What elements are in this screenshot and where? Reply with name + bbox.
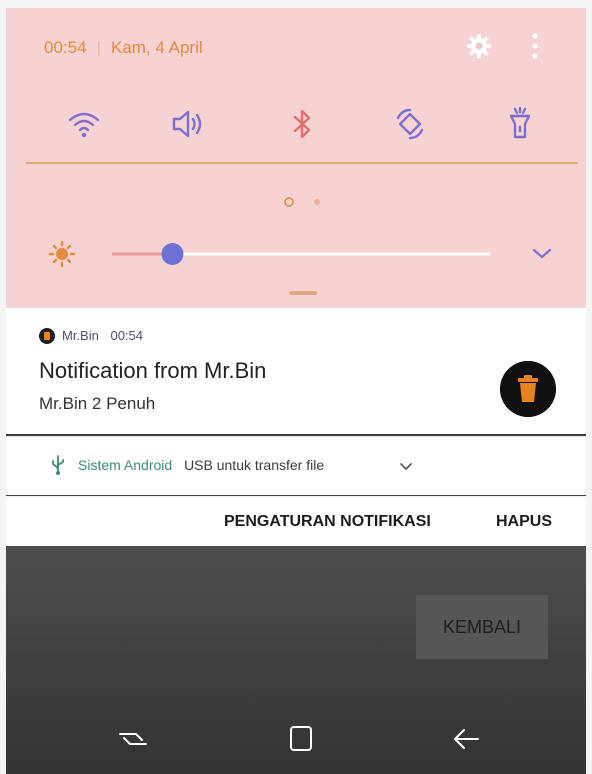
notification-card[interactable]: Mr.Bin 00:54 Notification from Mr.Bin Mr… bbox=[6, 308, 586, 434]
notification-title: Notification from Mr.Bin bbox=[39, 358, 267, 383]
back-icon[interactable] bbox=[450, 724, 484, 754]
home-icon[interactable] bbox=[284, 724, 318, 754]
notification-app-name: Mr.Bin bbox=[62, 328, 99, 343]
wifi-icon[interactable] bbox=[64, 104, 104, 144]
status-bar: 00:54 | Kam, 4 April bbox=[44, 38, 203, 58]
notification-text: Mr.Bin 2 Penuh bbox=[39, 394, 156, 413]
gear-icon[interactable] bbox=[467, 34, 491, 58]
screen: 00:54 | Kam, 4 April Mr.Bin 00:54 Notifi… bbox=[6, 8, 586, 774]
brightness-icon bbox=[48, 240, 76, 268]
quick-settings-panel: 00:54 | Kam, 4 April bbox=[6, 8, 586, 308]
notification-actions: PENGATURAN NOTIFIKASI HAPUS bbox=[6, 496, 586, 547]
recent-apps-icon[interactable] bbox=[116, 724, 150, 754]
usb-icon bbox=[52, 455, 64, 475]
brightness-slider[interactable] bbox=[48, 236, 568, 272]
flashlight-icon[interactable] bbox=[500, 104, 540, 144]
notification-settings-button[interactable]: PENGATURAN NOTIFIKASI bbox=[224, 513, 431, 531]
more-vert-icon[interactable] bbox=[531, 32, 539, 60]
trash-bin-icon bbox=[500, 361, 556, 417]
notification-header: Mr.Bin 00:54 bbox=[62, 328, 143, 343]
sound-icon[interactable] bbox=[168, 104, 208, 144]
chevron-down-icon[interactable] bbox=[399, 462, 413, 472]
panel-divider bbox=[26, 162, 578, 164]
bluetooth-icon[interactable] bbox=[282, 104, 322, 144]
system-notification-text: Sistem Android USB untuk transfer file bbox=[78, 457, 324, 473]
mr-bin-trash-icon bbox=[39, 328, 55, 344]
auto-rotate-icon[interactable] bbox=[390, 104, 430, 144]
chevron-down-icon[interactable] bbox=[532, 248, 552, 259]
system-source: Sistem Android bbox=[78, 457, 173, 473]
clear-button[interactable]: HAPUS bbox=[496, 513, 552, 531]
system-notification[interactable]: Sistem Android USB untuk transfer file bbox=[6, 436, 586, 495]
back-app-button[interactable]: KEMBALI bbox=[416, 595, 548, 659]
status-separator: | bbox=[96, 38, 101, 57]
drag-handle[interactable] bbox=[289, 291, 317, 295]
usb-transfer-label: USB untuk transfer file bbox=[184, 457, 325, 473]
notification-time: 00:54 bbox=[110, 328, 144, 343]
brightness-thumb[interactable] bbox=[161, 243, 184, 265]
clock: 00:54 bbox=[44, 38, 87, 57]
page-indicator bbox=[284, 197, 320, 207]
date[interactable]: Kam, 4 April bbox=[111, 38, 203, 58]
